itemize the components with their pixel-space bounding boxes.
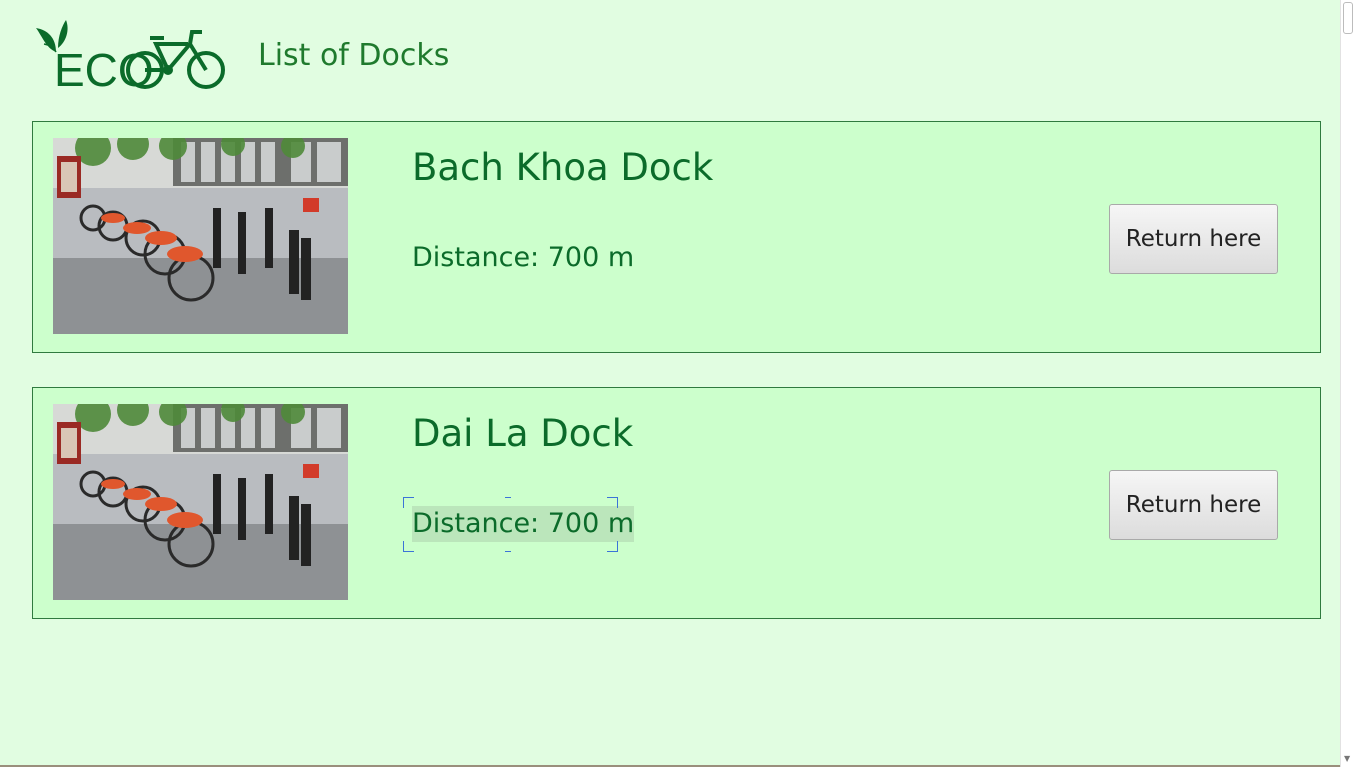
dock-distance[interactable]: Distance: 700 m [412,506,635,542]
return-here-button[interactable]: Return here [1109,470,1278,540]
page-header: ECO List of Docks [0,0,1340,110]
dock-name: Bach Khoa Dock [412,146,714,189]
return-here-button[interactable]: Return here [1109,204,1278,274]
vertical-scrollbar[interactable]: ▼ [1340,0,1355,767]
scroll-down-icon[interactable]: ▼ [1344,755,1350,763]
bike-dock-photo [53,138,348,334]
dock-distance: Distance: 700 m [412,242,635,273]
dock-card: Bach Khoa Dock Distance: 700 m Return he… [32,121,1321,353]
bike-dock-photo [53,404,348,600]
eco-logo: ECO [32,18,232,92]
dock-name: Dai La Dock [412,412,634,455]
scroll-thumb[interactable] [1343,2,1353,34]
page-title: List of Docks [258,38,450,73]
dock-card: Dai La Dock Distance: 700 m Return here [32,387,1321,619]
